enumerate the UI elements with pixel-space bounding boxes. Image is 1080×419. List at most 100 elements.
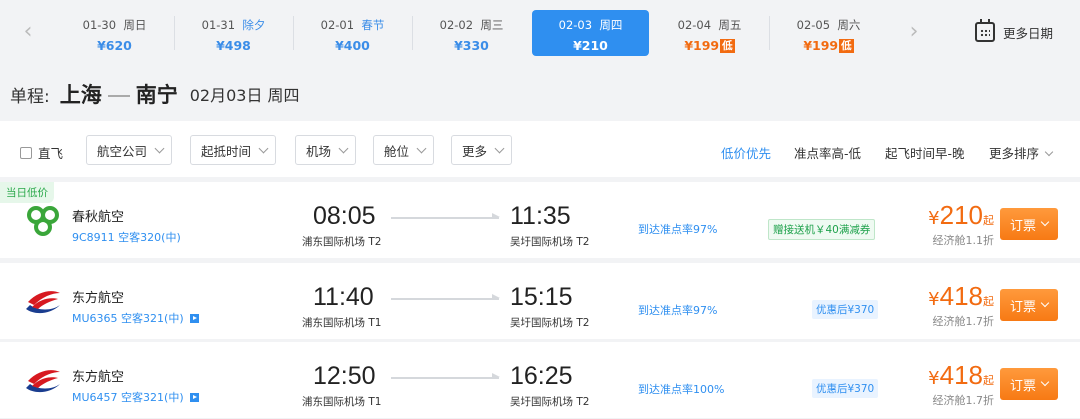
sort-punctuality[interactable]: 准点率高-低 [794,143,861,162]
price: ¥418起 [928,281,994,312]
flight-row: 东方航空 MU6457 空客321(中) 12:50 浦东国际机场 T1 16:… [0,342,1080,418]
holiday-label: 春节 [361,18,385,32]
weekday-label: 周三 [480,18,504,32]
sort-label: 更多排序 [989,146,1040,161]
more-dates-label: 更多日期 [1003,25,1054,41]
date-price: ¥620 [97,38,132,53]
book-button[interactable]: 订票 [1000,368,1058,400]
date-cell-5[interactable]: 02-04 周五 ¥199 低 [651,10,768,56]
flight-number-label: MU6365 空客321(中) [72,312,184,325]
china-eastern-logo-icon [26,370,60,393]
discount-badge: 优惠后¥370 [812,300,879,319]
cabin-dropdown[interactable]: 舱位 [373,135,435,165]
filter-bar: 直飞 航空公司 起抵时间 机场 舱位 更多 低价优先 准点率高-低 起飞时间早-… [0,121,1080,177]
departure-time: 11:40 [313,283,374,311]
flight-row: 当日低价 春秋航空 9C8911 空客320(中) 08:05 浦东国际机场 T… [0,182,1080,258]
chevron-down-icon [338,143,349,153]
date-label: 02-01 [320,18,355,32]
direct-flight-checkbox[interactable]: 直飞 [20,143,63,162]
cabin-discount: 经济舱1.1折 [932,234,995,247]
date-label: 01-30 [82,18,117,32]
arrival-airport: 吴圩国际机场 T2 [510,317,590,329]
date-price: ¥400 [335,38,370,53]
chevron-down-icon [1040,217,1050,227]
chevron-down-icon [1044,147,1054,157]
checkbox-icon[interactable] [20,146,32,159]
chevron-down-icon [154,143,165,153]
date-cell-2[interactable]: 02-01 春节 ¥400 [294,10,411,56]
airport-dropdown[interactable]: 机场 [295,135,357,165]
sort-low-price[interactable]: 低价优先 [721,143,771,162]
weekday-label: 周五 [718,18,742,32]
flight-number-label: MU6457 空客321(中) [72,391,184,404]
flight-number[interactable]: MU6457 空客321(中) [72,389,199,405]
weekday-label: 周日 [123,18,147,32]
play-icon[interactable] [189,313,199,323]
date-cell-4-selected[interactable]: 02-03 周四 ¥210 [532,10,649,56]
flight-number[interactable]: 9C8911 空客320(中) [72,229,181,245]
flight-arrow-icon [391,294,500,300]
flight-row: 东方航空 MU6365 空客321(中) 11:40 浦东国际机场 T1 15:… [0,263,1080,339]
book-label: 订票 [1009,218,1036,234]
calendar-icon [975,19,995,42]
discount-badge: 优惠后¥370 [812,379,879,398]
book-button[interactable]: 订票 [1000,289,1058,321]
punctuality-rate[interactable]: 到达准点率97% [638,302,717,318]
destination-city: 南宁 [135,83,178,107]
spring-airlines-logo-icon [27,206,59,236]
more-dates-button[interactable]: 更多日期 [975,19,1054,44]
chevron-down-icon [416,143,427,153]
next-dates-chevron-right-icon[interactable]: › [902,18,926,46]
chevron-down-icon [258,143,269,153]
origin-city: 上海 [59,83,102,107]
date-label: 01-31 [201,18,236,32]
book-button[interactable]: 订票 [1000,208,1058,240]
prev-dates-chevron-left-icon[interactable]: ‹ [16,18,40,46]
more-filters-dropdown[interactable]: 更多 [451,135,513,165]
price-value: 418 [939,360,983,390]
flight-number[interactable]: MU6365 空客321(中) [72,310,199,326]
chevron-down-icon [494,143,505,153]
date-cell-0[interactable]: 01-30 周日 ¥620 [56,10,173,56]
date-price: ¥498 [216,38,251,53]
date-label: 02-05 [796,18,831,32]
price-from-label: 起 [983,214,994,227]
price-value: 418 [939,281,983,311]
date-label: 02-02 [439,18,474,32]
arrival-time: 15:15 [510,283,573,311]
chevron-down-icon [1040,298,1050,308]
date-cell-1[interactable]: 01-31 除夕 ¥498 [175,10,292,56]
date-price: ¥199 [803,38,839,53]
sort-departure-time[interactable]: 起飞时间早-晚 [885,143,965,162]
book-label: 订票 [1009,299,1036,315]
play-icon[interactable] [189,392,199,402]
departure-airport: 浦东国际机场 T1 [302,396,382,408]
date-cell-3[interactable]: 02-02 周三 ¥330 [413,10,530,56]
airline-dropdown[interactable]: 航空公司 [86,135,173,165]
airline-name: 东方航空 [72,370,125,385]
dropdown-label: 更多 [462,143,488,159]
currency-symbol: ¥ [928,208,940,229]
punctuality-rate[interactable]: 到达准点率97% [638,221,717,237]
time-dropdown[interactable]: 起抵时间 [190,135,277,165]
price-value: 210 [939,200,983,230]
departure-time: 08:05 [313,202,376,230]
cabin-discount: 经济舱1.7折 [932,394,995,407]
date-strip: ‹ 01-30 周日 ¥620 01-31 除夕 ¥498 02-01 春节 ¥… [0,0,1080,66]
day-low-price-tag: 当日低价 [0,182,54,203]
date-price: ¥210 [573,38,608,53]
dropdown-label: 机场 [306,143,332,159]
weekday-label: 周六 [837,18,861,32]
price-from-label: 起 [983,295,994,308]
price: ¥210起 [928,200,994,231]
price: ¥418起 [928,360,994,391]
date-cell-6[interactable]: 02-05 周六 ¥199 低 [770,10,887,56]
dropdown-label: 起抵时间 [201,143,252,159]
date-price: ¥199 [684,38,720,53]
punctuality-rate[interactable]: 到达准点率100% [638,381,724,397]
more-sort-dropdown[interactable]: 更多排序 [989,143,1054,162]
chevron-down-icon [1040,377,1050,387]
arrival-airport: 吴圩国际机场 T2 [510,396,590,408]
direct-flight-label: 直飞 [38,146,64,161]
price-from-label: 起 [983,374,994,387]
